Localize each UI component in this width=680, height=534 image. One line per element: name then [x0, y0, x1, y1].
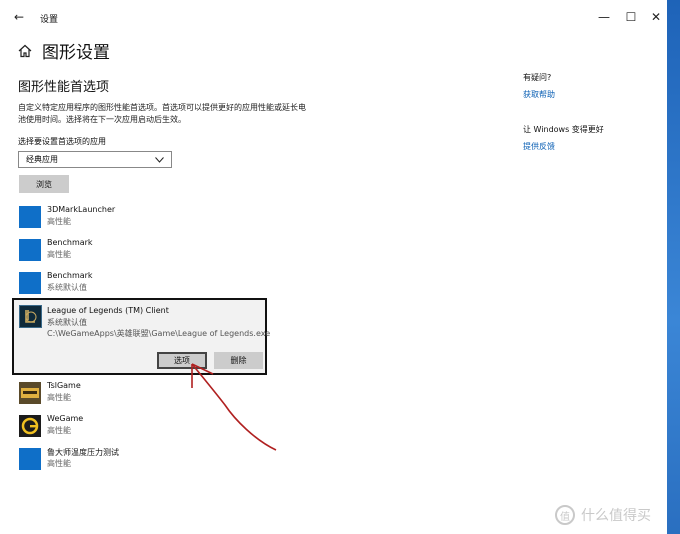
- back-button[interactable]: ←: [5, 6, 33, 28]
- window-title: 设置: [40, 15, 59, 25]
- page-title: 图形设置: [42, 43, 110, 63]
- app-preference: 高性能: [47, 217, 71, 226]
- app-preference: 系统默认值: [47, 283, 87, 292]
- app-name: WeGame: [47, 414, 84, 423]
- remove-button[interactable]: 删除: [214, 352, 263, 369]
- minimize-icon: —: [598, 10, 610, 24]
- chevron-down-icon: [155, 156, 164, 163]
- app-preference: 高性能: [47, 250, 71, 259]
- app-name: League of Legends (TM) Client: [47, 306, 169, 315]
- selected-list-item[interactable]: League of Legends (TM) Client 系统默认值 C:\W…: [12, 298, 271, 375]
- wegame-logo-icon: [21, 417, 39, 435]
- help-panel: 有疑问? 获取帮助 让 Windows 变得更好 提供反馈: [523, 72, 663, 152]
- app-type-dropdown[interactable]: 经典应用: [18, 151, 172, 168]
- home-icon[interactable]: [18, 44, 32, 58]
- close-button[interactable]: ✕: [642, 6, 667, 28]
- close-icon: ✕: [650, 10, 662, 24]
- app-preference: 高性能: [47, 426, 71, 435]
- app-name: TslGame: [47, 381, 81, 390]
- app-icon: [19, 448, 41, 470]
- section-description: 自定义特定应用程序的图形性能首选项。首选项可以提供更好的应用性能或延长电池使用时…: [18, 103, 306, 124]
- list-item[interactable]: WeGame 高性能: [19, 413, 259, 439]
- wegame-icon: [19, 415, 41, 437]
- settings-window: ← 设置 — ☐ ✕ 图形设置 图形性能首选项 自定义特定应用程序的图形性能首选…: [0, 0, 667, 534]
- maximize-button[interactable]: ☐: [617, 6, 645, 28]
- watermark: 值 什么值得买: [555, 505, 651, 525]
- app-name: 鲁大师温度压力测试: [47, 448, 119, 457]
- browse-button[interactable]: 浏览: [19, 175, 69, 193]
- app-name: 3DMarkLauncher: [47, 205, 116, 214]
- list-item[interactable]: 鲁大师温度压力测试 高性能: [19, 446, 259, 472]
- app-icon: [19, 239, 41, 261]
- back-arrow-icon: ←: [13, 10, 25, 24]
- pubg-icon: [19, 382, 41, 404]
- section-title: 图形性能首选项: [18, 80, 110, 95]
- list-item[interactable]: Benchmark 系统默认值: [19, 270, 259, 296]
- app-path: C:\WeGameApps\英雄联盟\Game\League of Legend…: [47, 329, 271, 338]
- app-icon: [19, 206, 41, 228]
- page-header: 图形设置: [18, 38, 110, 63]
- watermark-text: 什么值得买: [581, 508, 651, 524]
- title-bar: ← 设置 — ☐ ✕: [0, 0, 667, 34]
- list-item[interactable]: 3DMarkLauncher 高性能: [19, 204, 259, 230]
- app-preference: 系统默认值: [47, 318, 87, 327]
- app-name: Benchmark: [47, 271, 93, 280]
- maximize-icon: ☐: [625, 10, 637, 24]
- watermark-logo-icon: 值: [555, 505, 575, 525]
- lol-logo-icon: [25, 310, 37, 323]
- list-item[interactable]: Benchmark 高性能: [19, 237, 259, 263]
- dropdown-value: 经典应用: [26, 155, 58, 164]
- pubg-logo-icon: [21, 388, 39, 398]
- improve-heading: 让 Windows 变得更好: [523, 125, 604, 134]
- app-icon: [19, 272, 41, 294]
- league-of-legends-icon: [19, 305, 42, 328]
- minimize-button[interactable]: —: [590, 6, 618, 28]
- app-preference: 高性能: [47, 393, 71, 402]
- app-preference: 高性能: [47, 459, 71, 468]
- help-question: 有疑问?: [523, 73, 552, 82]
- get-help-link[interactable]: 获取帮助: [523, 89, 663, 100]
- feedback-link[interactable]: 提供反馈: [523, 141, 663, 152]
- options-button[interactable]: 选项: [157, 352, 207, 369]
- app-type-label: 选择要设置首选项的应用: [18, 137, 106, 146]
- app-name: Benchmark: [47, 238, 93, 247]
- desktop-background: [667, 0, 680, 534]
- list-item[interactable]: TslGame 高性能: [19, 380, 259, 406]
